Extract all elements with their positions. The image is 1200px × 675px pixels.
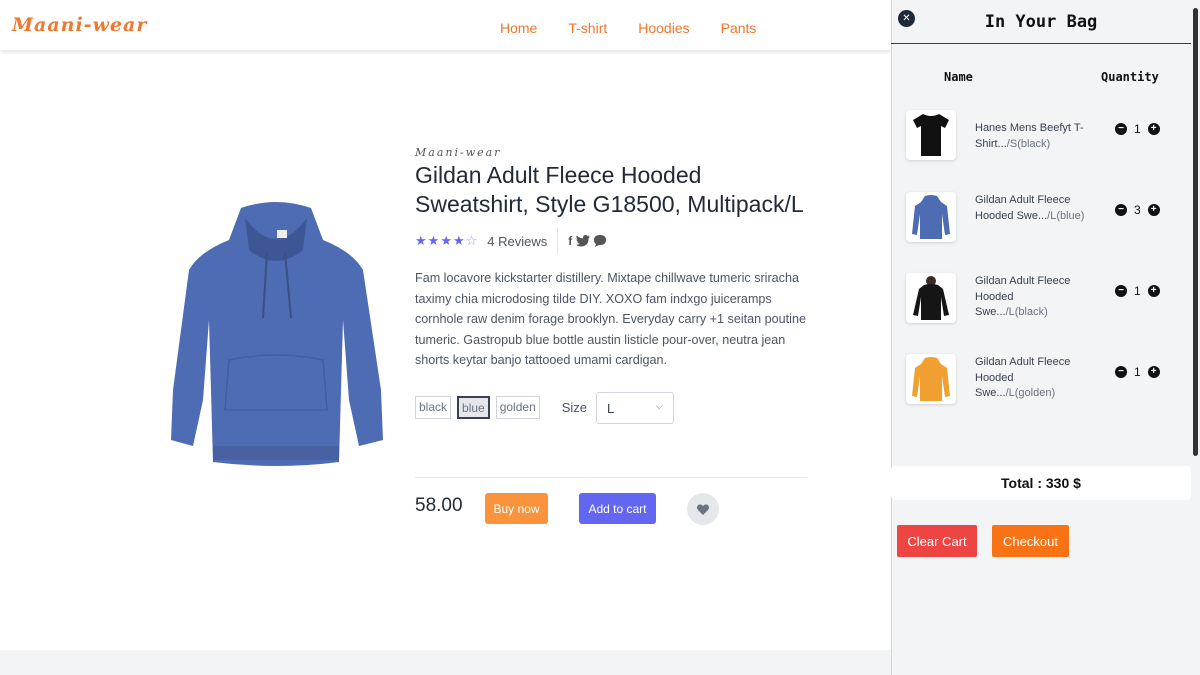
scrollbar-thumb[interactable] (1193, 8, 1198, 456)
product-info: Maani-wear Gildan Adult Fleece Hooded Sw… (415, 146, 810, 424)
cart-item: Hanes Mens Beefyt T-Shirt.../S(black) − … (906, 110, 1168, 164)
quantity-value: 1 (1134, 122, 1141, 136)
product-brand: Maani-wear (415, 146, 502, 159)
main-nav: Home T-shirt Hoodies Pants (500, 20, 787, 36)
cart-item: Gildan Adult Fleece Hooded Swe.../L(gold… (906, 354, 1168, 408)
divider (415, 477, 807, 478)
plus-icon[interactable]: + (1147, 204, 1160, 216)
site-logo[interactable]: Maani-wear (12, 14, 147, 36)
cart-title: In Your Bag (984, 12, 1098, 32)
column-header-quantity: Quantity (1101, 70, 1159, 84)
divider (891, 43, 1191, 44)
color-option-golden[interactable]: golden (495, 396, 540, 419)
rating-row: ★ ★ ★ ★ ☆ 4 Reviews f (415, 228, 810, 254)
quantity-stepper: − 1 + (1115, 365, 1160, 379)
quantity-stepper: − 1 + (1115, 284, 1160, 298)
minus-icon[interactable]: − (1115, 366, 1127, 378)
star-icon: ★ (415, 233, 427, 248)
quantity-value: 1 (1134, 284, 1141, 298)
divider (557, 228, 559, 254)
cart-item-name: Hanes Mens Beefyt T-Shirt.../S(black) (975, 122, 1084, 150)
product-title: Gildan Adult Fleece Hooded Sweatshirt, S… (415, 162, 804, 217)
heart-icon (697, 503, 709, 515)
plus-icon[interactable]: + (1147, 366, 1160, 378)
quantity-value: 1 (1134, 365, 1141, 379)
nav-tshirt[interactable]: T-shirt (568, 20, 607, 36)
cart-item-image (906, 354, 956, 404)
checkout-button[interactable]: Checkout (992, 525, 1069, 557)
cart-item-image (906, 110, 956, 160)
nav-home[interactable]: Home (500, 20, 537, 36)
twitter-icon[interactable] (576, 235, 591, 247)
quantity-stepper: − 3 + (1115, 203, 1160, 217)
star-empty-icon: ☆ (465, 233, 478, 248)
chevron-down-icon: ⌵ (655, 400, 664, 412)
star-icon: ★ (452, 233, 465, 248)
nav-pants[interactable]: Pants (721, 20, 757, 36)
minus-icon[interactable]: − (1115, 123, 1127, 135)
minus-icon[interactable]: − (1115, 204, 1127, 216)
cart-item-name: Gildan Adult Fleece Hooded Swe.../L(gold… (975, 356, 1071, 399)
size-label: Size (561, 400, 588, 415)
product-description: Fam locavore kickstarter distillery. Mix… (415, 271, 806, 367)
buy-now-button[interactable]: Buy now (485, 493, 548, 524)
minus-icon[interactable]: − (1115, 285, 1127, 297)
star-icon: ★ (440, 233, 452, 248)
plus-icon[interactable]: + (1147, 123, 1160, 135)
quantity-value: 3 (1134, 203, 1141, 217)
plus-icon[interactable]: + (1147, 285, 1160, 297)
footer-band (0, 650, 891, 675)
cart-item: Gildan Adult Fleece Hooded Swe.../L(blue… (906, 192, 1168, 246)
cart-item-image (906, 192, 956, 242)
site-header: Maani-wear Home T-shirt Hoodies Pants (0, 0, 891, 50)
wishlist-button[interactable] (687, 493, 719, 525)
facebook-icon[interactable]: f (568, 234, 572, 248)
size-value: L (607, 400, 615, 416)
chat-icon[interactable] (594, 235, 607, 247)
nav-hoodies[interactable]: Hoodies (638, 20, 689, 36)
product-price: 58.00 (415, 495, 463, 516)
star-rating: ★ ★ ★ ★ ☆ (415, 233, 477, 249)
product-options: black blue golden Size L ⌵ (415, 391, 810, 424)
cart-item-name: Gildan Adult Fleece Hooded Swe.../L(blac… (975, 275, 1071, 318)
star-icon: ★ (427, 233, 440, 248)
clear-cart-button[interactable]: Clear Cart (897, 525, 977, 557)
add-to-cart-button[interactable]: Add to cart (579, 493, 656, 524)
social-links: f (568, 234, 607, 248)
color-option-black[interactable]: black (415, 396, 452, 419)
color-option-blue[interactable]: blue (457, 396, 490, 419)
cart-item-image (906, 273, 956, 323)
cart-total: Total : 330 $ (891, 466, 1191, 500)
review-count[interactable]: 4 Reviews (487, 234, 547, 249)
cart-item: Gildan Adult Fleece Hooded Swe.../L(blac… (906, 273, 1168, 327)
size-select[interactable]: L ⌵ (596, 391, 675, 424)
cart-item-name: Gildan Adult Fleece Hooded Swe.../L(blue… (975, 194, 1085, 222)
column-header-name: Name (944, 70, 973, 84)
quantity-stepper: − 1 + (1115, 122, 1160, 136)
product-image (171, 202, 383, 466)
cart-panel (891, 0, 1191, 675)
